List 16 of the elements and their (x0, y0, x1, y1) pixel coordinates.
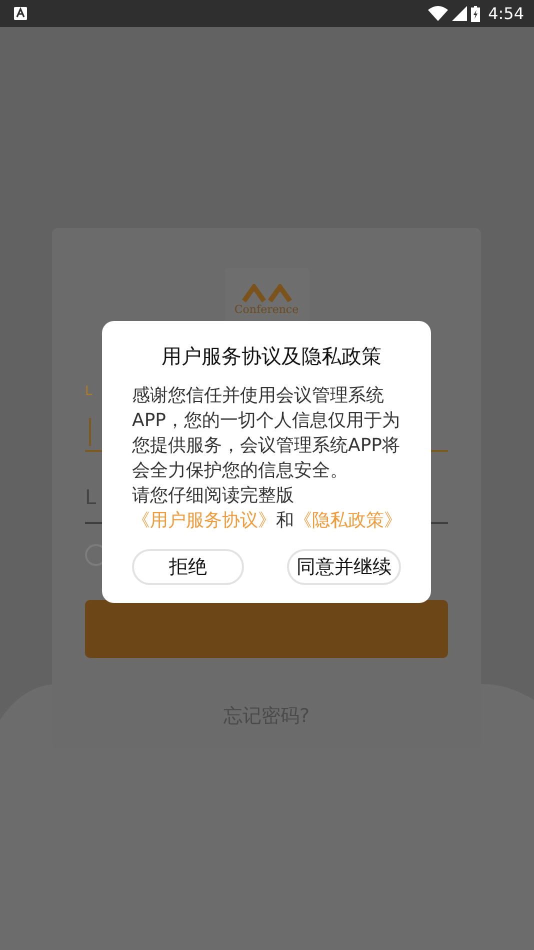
dialog-message: 感谢您信任并使用会议管理系统APP，您的一切个人信息仅用于为您提供服务，会议管理系统APP将会全力保护您的信息安全。 (132, 384, 402, 483)
chevron-logo-icon (242, 284, 292, 302)
battery-charging-icon (471, 6, 480, 22)
decline-button[interactable]: 拒绝 (132, 549, 244, 585)
agreement-link[interactable]: 《隐私政策》 (294, 510, 402, 531)
clock-time: 4:54 (488, 2, 524, 24)
dialog-title: 用户服务协议及隐私政策 (160, 343, 382, 370)
agreement-link[interactable]: 《用户服务协议》 (132, 510, 276, 531)
agree-button[interactable]: 同意并继续 (287, 549, 401, 585)
agreement-notice: 请您仔细阅读完整版 《用户服务协议》和《隐私政策》 (132, 484, 403, 533)
signal-icon (452, 6, 468, 21)
login-button[interactable] (85, 600, 448, 658)
wifi-icon (428, 6, 448, 21)
field-label: L (85, 384, 92, 399)
keyboard-app-icon (14, 7, 27, 20)
logo-text: Conference (234, 302, 299, 318)
